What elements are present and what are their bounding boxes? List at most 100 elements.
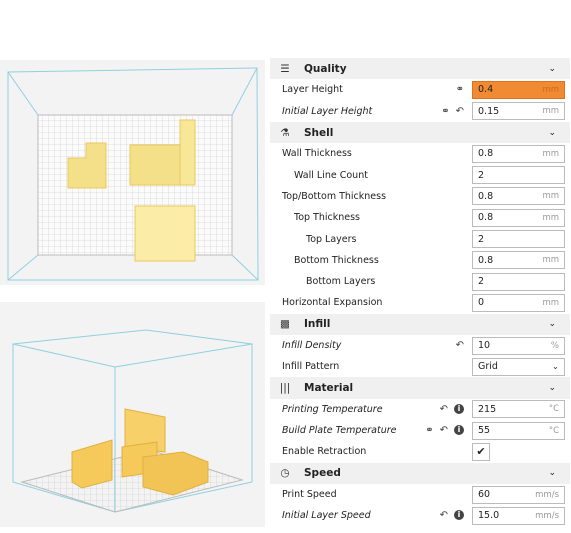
printing-temperatureinput[interactable]: 215 °C xyxy=(472,400,565,419)
horizontal-expansioninput[interactable]: 0 mm xyxy=(472,293,565,312)
setting-infill-pattern: Infill Pattern Grid ⌄ xyxy=(270,356,570,378)
bottom-thicknessinput[interactable]: 0.8 mm xyxy=(472,251,565,270)
chevron-down-icon[interactable]: ⌄ xyxy=(548,319,556,329)
setting-label: Bottom Thickness xyxy=(294,254,379,266)
top-thicknessinput[interactable]: 0.8 mm xyxy=(472,208,565,227)
unit-label: mm xyxy=(542,84,559,95)
print-settings-panel: ☰ Quality ⌄ Layer Height ⚭ 0.4 mm Initial Layer… xyxy=(270,58,570,527)
initial-layer-speedinput[interactable]: 15.0 mm/s xyxy=(472,506,565,525)
setting-wall-line-count: Wall Line Count 2 xyxy=(270,164,570,186)
setting-label: Top Layers xyxy=(306,233,357,245)
section-header-quality[interactable]: ☰ Quality ⌄ xyxy=(270,58,570,80)
input-value: 2 xyxy=(478,276,485,288)
setting-label: Bottom Layers xyxy=(306,276,376,288)
setting-label: Initial Layer Height xyxy=(282,105,373,117)
input-value: 10 xyxy=(478,340,491,351)
setting-wall-thickness: Wall Thickness 0.8 mm xyxy=(270,143,570,165)
initial-layer-heightinput[interactable]: 0.15 mm xyxy=(472,102,565,121)
unit-label: mm xyxy=(542,148,559,159)
infill-patternselect[interactable]: Grid ⌄ xyxy=(472,357,565,376)
section-header-infill[interactable]: ▩ Infill ⌄ xyxy=(270,313,570,335)
print-speedinput[interactable]: 60 mm/s xyxy=(472,485,565,504)
input-value: 15.0 xyxy=(478,510,500,522)
setting-printing-temperature: Printing Temperature ↶ i 215 °C xyxy=(270,398,570,421)
section-title: Shell xyxy=(304,126,334,139)
info-icon[interactable]: i xyxy=(454,510,464,521)
input-value: 0.8 xyxy=(478,190,494,202)
perspective-viewport[interactable] xyxy=(0,302,265,527)
infill-densityinput[interactable]: 10% xyxy=(472,336,565,355)
quality-icon: ☰ xyxy=(280,62,290,75)
setting-label: Top Thickness xyxy=(294,212,361,224)
setting-infill-density: Infill Density ↶ 10% xyxy=(270,334,570,357)
chevron-down-icon: ⌄ xyxy=(551,361,559,372)
perspective-scene xyxy=(12,329,253,513)
build-plate-temperatureinput[interactable]: 55 °C xyxy=(472,421,565,440)
enable-retractioncheckbox[interactable]: ✔ xyxy=(472,442,490,461)
section-header-speed[interactable]: ◷ Speed ⌄ xyxy=(270,462,570,484)
chevron-down-icon[interactable]: ⌄ xyxy=(548,383,556,393)
top-view-viewport[interactable] xyxy=(0,60,265,285)
bottom-layersinput[interactable]: 2 xyxy=(472,272,565,291)
unit-label: mm xyxy=(542,255,559,266)
section-title: Speed xyxy=(304,467,341,480)
input-value: 0.4 xyxy=(478,84,494,96)
input-value: 0 xyxy=(478,297,485,309)
setting-build-plate-temperature: Build Plate Temperature ⚭ ↶ i 55 °C xyxy=(270,420,570,442)
setting-label: Enable Retraction xyxy=(282,446,367,458)
input-value: 0.15 xyxy=(478,105,500,117)
setting-label: Horizontal Expansion xyxy=(282,297,383,309)
setting-initial-layer-height: Initial Layer Height ⚭ ↶ 0.15 mm xyxy=(270,100,570,122)
reset-icon[interactable]: ↶ xyxy=(440,425,448,436)
wall-line-countinput[interactable]: 2 xyxy=(472,166,565,185)
material-icon: ||| xyxy=(279,382,291,395)
select-value: Grid xyxy=(478,361,498,373)
layer-heightinput[interactable]: 0.4 mm xyxy=(472,80,565,99)
infill-icon: ▩ xyxy=(280,318,290,331)
unit-label: °C xyxy=(548,404,559,415)
input-value: 0.8 xyxy=(478,148,494,160)
section-title: Material xyxy=(304,382,354,395)
reset-icon[interactable]: ↶ xyxy=(456,340,464,351)
top-layersinput[interactable]: 2 xyxy=(472,230,565,249)
setting-label: Layer Height xyxy=(282,84,343,96)
unit-label: mm xyxy=(542,191,559,202)
setting-label: Top/Bottom Thickness xyxy=(282,190,387,202)
setting-enable-retraction: Enable Retraction ✔ xyxy=(270,441,570,463)
reset-icon[interactable]: ↶ xyxy=(456,106,464,117)
info-icon[interactable]: i xyxy=(454,403,464,414)
unit-label: mm xyxy=(542,212,559,223)
setting-horizontal-expansion: Horizontal Expansion 0 mm xyxy=(270,292,570,314)
info-icon[interactable]: i xyxy=(454,425,464,436)
top-bottom-thicknessinput[interactable]: 0.8 mm xyxy=(472,187,565,206)
unit-label: mm xyxy=(542,106,559,117)
link-icon[interactable]: ⚭ xyxy=(425,425,433,436)
input-value: 2 xyxy=(478,169,485,181)
chevron-down-icon[interactable]: ⌄ xyxy=(548,128,556,138)
input-value: 0.8 xyxy=(478,212,494,224)
setting-initial-layer-speed: Initial Layer Speed ↶ i 15.0 mm/s xyxy=(270,505,570,527)
setting-bottom-layers: Bottom Layers 2 xyxy=(270,270,570,293)
section-header-shell[interactable]: ⚗ Shell ⌄ xyxy=(270,121,570,144)
reset-icon[interactable]: ↶ xyxy=(440,404,448,415)
unit-label: mm xyxy=(542,297,559,308)
reset-icon[interactable]: ↶ xyxy=(440,510,448,521)
input-value: 215 xyxy=(478,403,497,415)
unit-label: °C xyxy=(548,425,559,436)
link-icon[interactable]: ⚭ xyxy=(441,106,449,117)
section-header-material[interactable]: ||| Material ⌄ xyxy=(270,377,570,399)
chevron-down-icon[interactable]: ⌄ xyxy=(548,64,556,74)
link-icon[interactable]: ⚭ xyxy=(456,84,464,95)
wall-thicknessinput[interactable]: 0.8 mm xyxy=(472,144,565,163)
input-value: 55 xyxy=(478,425,491,437)
shell-icon: ⚗ xyxy=(280,126,290,139)
unit-label: % xyxy=(550,340,559,351)
setting-top-bottom-thickness: Top/Bottom Thickness 0.8 mm xyxy=(270,185,570,208)
input-value: 0.8 xyxy=(478,254,494,266)
chevron-down-icon[interactable]: ⌄ xyxy=(548,468,556,478)
setting-layer-height: Layer Height ⚭ 0.4 mm xyxy=(270,79,570,101)
top-view-scene xyxy=(7,67,259,281)
setting-bottom-thickness: Bottom Thickness 0.8 mm xyxy=(270,249,570,271)
setting-label: Build Plate Temperature xyxy=(282,425,397,437)
setting-label: Wall Thickness xyxy=(282,148,352,160)
